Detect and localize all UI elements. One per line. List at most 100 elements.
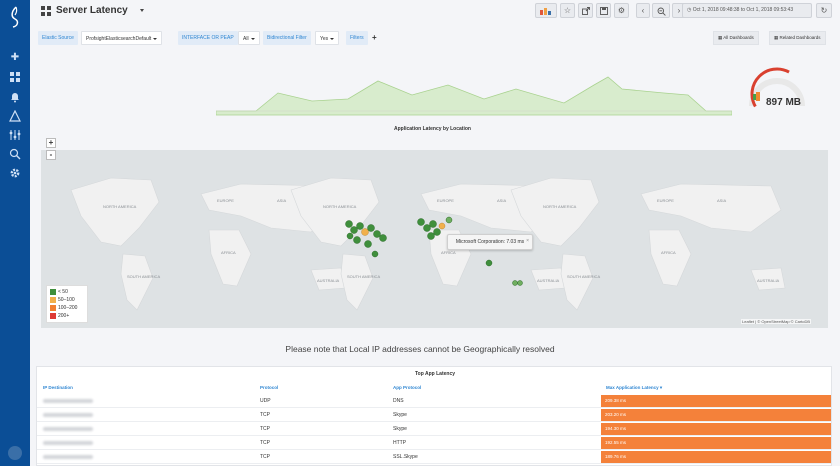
- plus-icon[interactable]: ✚: [9, 52, 21, 64]
- world-map-tiles: NORTH AMERICA SOUTH AMERICA EUROPE AFRIC…: [70, 177, 786, 311]
- all-dashboards-link[interactable]: ▦ All Dashboards: [713, 31, 759, 45]
- save-icon: [599, 7, 608, 15]
- dashboard-title[interactable]: Server Latency: [56, 5, 128, 16]
- column-header-max-latency[interactable]: Max Application Latency ▾: [606, 383, 662, 393]
- settings-button[interactable]: ⚙: [614, 3, 629, 18]
- map-label-south-america: SOUTH AMERICA: [347, 274, 380, 279]
- map-marker[interactable]: [353, 236, 361, 244]
- time-range-picker[interactable]: ◷ Oct 1, 2018 09:48:38 to Oct 1, 2018 09…: [682, 3, 812, 18]
- map-attribution[interactable]: Leaflet | © OpenStreetMap © CartoDB: [741, 319, 812, 324]
- table-row[interactable]: UDP DNS 209.38 ms: [37, 394, 831, 408]
- table-row[interactable]: TCP Skype 194.30 ms: [37, 422, 831, 436]
- map-label-asia: ASIA: [277, 198, 286, 203]
- ip-cell-redacted: [43, 394, 103, 408]
- map-marker[interactable]: [345, 220, 353, 228]
- alert-icon[interactable]: [9, 109, 21, 122]
- title-chevron-down-icon[interactable]: [140, 9, 144, 12]
- app-logo-icon[interactable]: [7, 6, 23, 28]
- legend-item: 100–200: [50, 304, 84, 312]
- elastic-source-select[interactable]: ProfsightElasticsearchDefault: [81, 31, 163, 45]
- map-label-europe: EUROPE: [657, 198, 674, 203]
- map-marker[interactable]: [433, 228, 441, 236]
- zoom-out-button[interactable]: [652, 3, 670, 18]
- map-marker[interactable]: [438, 222, 446, 230]
- latency-map[interactable]: NORTH AMERICA SOUTH AMERICA EUROPE AFRIC…: [41, 150, 828, 328]
- ip-cell-redacted: [43, 408, 103, 422]
- map-marker[interactable]: [356, 222, 364, 230]
- map-marker[interactable]: [379, 234, 387, 242]
- interface-select[interactable]: All: [238, 31, 260, 45]
- gear-icon[interactable]: [9, 167, 21, 179]
- bell-icon[interactable]: [9, 91, 21, 103]
- add-panel-icon: [540, 8, 551, 15]
- landmass-south-america: [560, 253, 594, 311]
- map-title: Application Latency by Location: [394, 126, 471, 132]
- map-marker[interactable]: [512, 280, 518, 286]
- map-marker[interactable]: [485, 259, 493, 267]
- share-button[interactable]: [578, 3, 593, 18]
- legend-item: 50–100: [50, 296, 84, 304]
- column-header-protocol[interactable]: Protocol: [260, 383, 278, 393]
- star-button[interactable]: ☆: [560, 3, 575, 18]
- add-filter-button[interactable]: +: [368, 31, 381, 45]
- bidirectional-filter-select[interactable]: Yes: [315, 31, 340, 45]
- map-marker[interactable]: [427, 232, 435, 240]
- add-panel-button[interactable]: [535, 3, 557, 18]
- column-header-ip[interactable]: IP Destination: [43, 383, 73, 393]
- column-header-app-protocol[interactable]: App Protocol: [393, 383, 421, 393]
- refresh-button[interactable]: ↻: [816, 3, 832, 18]
- map-marker[interactable]: [361, 228, 369, 236]
- time-back-button[interactable]: ‹: [636, 3, 650, 18]
- map-marker[interactable]: [350, 226, 358, 234]
- search-icon[interactable]: [9, 148, 21, 160]
- legend-label: 200+: [58, 313, 70, 319]
- legend-swatch: [50, 304, 56, 311]
- close-icon[interactable]: ×: [526, 234, 529, 248]
- latency-cell: 209.38 ms: [601, 395, 831, 407]
- bidirectional-filter-value: Yes: [320, 36, 329, 42]
- map-label-australia: AUSTRALIA: [757, 278, 780, 283]
- map-marker[interactable]: [423, 224, 431, 232]
- map-label-africa: AFRICA: [441, 250, 456, 255]
- zoom-out-button[interactable]: -: [46, 150, 56, 160]
- ip-cell-redacted: [43, 450, 103, 464]
- time-range-label: Oct 1, 2018 09:48:38 to Oct 1, 2018 09:5…: [692, 7, 794, 13]
- table-row[interactable]: TCP SSL.Skype 189.76 ms: [37, 450, 831, 464]
- landmass-africa: [648, 229, 692, 287]
- filters-button[interactable]: Filters: [346, 31, 368, 45]
- user-avatar[interactable]: [8, 446, 22, 460]
- map-label-africa: AFRICA: [661, 250, 676, 255]
- map-marker[interactable]: [371, 250, 379, 258]
- landmass-europe-asia: [640, 183, 782, 233]
- latency-cell: 192.55 ms: [601, 437, 831, 449]
- map-legend: < 50 50–100 100–200 200+: [46, 285, 88, 323]
- dashboard-header: Server Latency ☆ ⚙ ‹ › ◷ Oct 1, 2018 09:…: [30, 0, 840, 22]
- table-row[interactable]: TCP Skype 203.20 ms: [37, 408, 831, 422]
- geo-note: Please note that Local IP addresses cann…: [285, 344, 555, 354]
- map-marker[interactable]: [517, 280, 523, 286]
- save-button[interactable]: [596, 3, 611, 18]
- related-dashboards-link[interactable]: ▦ Related Dashboards: [769, 31, 826, 45]
- table-row[interactable]: TCP HTTP 192.55 ms: [37, 436, 831, 450]
- ip-cell-redacted: [43, 422, 103, 436]
- land-masses: [70, 177, 786, 311]
- map-marker[interactable]: [417, 218, 425, 226]
- map-marker[interactable]: [367, 224, 375, 232]
- legend-label: 50–100: [58, 297, 75, 303]
- gauge-indicator-green: [753, 94, 756, 100]
- chevron-down-icon: [330, 37, 335, 40]
- sliders-icon[interactable]: [9, 129, 21, 141]
- map-marker[interactable]: [346, 232, 354, 240]
- zoom-in-button[interactable]: +: [46, 138, 56, 148]
- map-marker[interactable]: [373, 230, 381, 238]
- map-marker[interactable]: [429, 220, 437, 228]
- table-title: Top App Latency: [415, 371, 455, 377]
- landmass-south-america: [120, 253, 154, 311]
- map-marker[interactable]: [445, 216, 453, 224]
- dashboard-grid-icon: [41, 6, 51, 16]
- map-label-africa: AFRICA: [221, 250, 236, 255]
- dashboards-icon[interactable]: [9, 71, 21, 83]
- zoom-out-icon: [657, 7, 666, 16]
- landmass-north-america: [70, 177, 160, 247]
- map-marker[interactable]: [364, 240, 372, 248]
